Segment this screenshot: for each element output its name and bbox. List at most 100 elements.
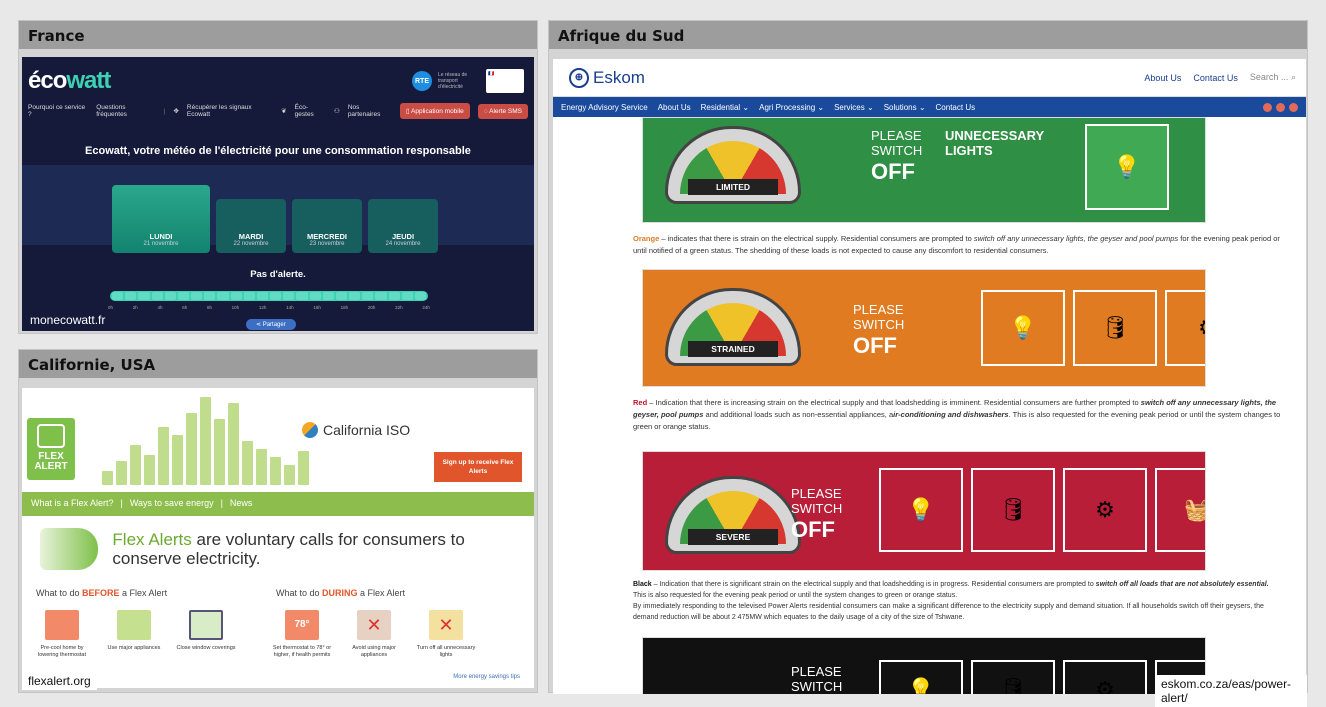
ecowatt-logo[interactable]: écowatt [28,67,111,95]
hour-segment[interactable] [191,292,203,300]
building-shape [256,449,267,485]
nav-signals[interactable]: Récupérer les signaux Ecowatt [187,104,273,118]
nav-agri[interactable]: Agri Processing ⌄ [759,103,824,112]
signup-button[interactable]: Sign up to receive Flex Alerts [434,452,522,482]
source-caption[interactable]: monecowatt.fr [24,311,111,329]
signal-icon: ✥ [173,108,179,115]
facebook-icon[interactable] [1263,102,1272,112]
gauge-label: STRAINED [688,341,778,357]
hour-segment[interactable] [335,292,348,300]
eskom-logo[interactable]: ⊕ Eskom [569,67,645,88]
hour-segment[interactable] [388,292,400,300]
hour-segment[interactable] [296,292,308,300]
top-link-contact[interactable]: Contact Us [1193,73,1238,83]
hourly-signal-bar [110,291,428,301]
source-caption[interactable]: eskom.co.za/eas/power-alert/ [1155,675,1307,707]
flexalert-screenshot: FLEX ALERT California ISO Sign up to rec… [22,388,534,688]
day-card-thursday[interactable]: JEUDI 24 novembre [368,199,438,253]
nav-news[interactable]: News [230,498,253,510]
hour-segment[interactable] [270,292,282,300]
hour-segment[interactable] [112,292,124,300]
alert-banner-green: LIMITED PLEASE SWITCH OFF UNNECESSARY LIGH… [642,117,1206,223]
nav-eas[interactable]: Energy Advisory Service [561,103,648,112]
top-link-about[interactable]: About Us [1144,73,1181,83]
building-shape [102,471,113,485]
twitter-icon[interactable] [1276,102,1285,112]
building-shape [298,451,309,485]
youtube-icon[interactable] [1289,102,1298,112]
hour-segment[interactable] [283,292,295,300]
hour-segment[interactable] [217,292,229,300]
hour-tick: 20h [367,305,376,310]
appliance-icon [117,610,151,640]
flex-alert-logo[interactable]: FLEX ALERT [27,418,75,480]
nav-contact[interactable]: Contact Us [936,103,976,112]
day-card-tuesday[interactable]: MARDI 22 novembre [216,199,286,253]
nav-services[interactable]: Services ⌄ [834,103,874,112]
hour-segment[interactable] [230,292,242,300]
during-heading: What to do DURING a Flex Alert [276,588,406,598]
light-bulb-icon: 💡 [981,290,1065,366]
please-switch-off-text: PLEASE SWITCH OFF [853,302,905,358]
alert-banner-red: SEVERE PLEASESWITCHOFF 💡 🛢 ⚙ 🧺 [642,451,1206,571]
hour-segment[interactable] [375,292,387,300]
hour-segment[interactable] [151,292,163,300]
share-button[interactable]: ⋖ Partager [246,319,296,330]
nav-ways-to-save[interactable]: Ways to save energy [130,498,214,510]
hour-segment[interactable] [401,292,413,300]
hour-tick: 18h [340,305,349,310]
search-input[interactable]: Search ... ⌕ [1250,72,1296,83]
hour-tick: 0h [108,305,114,310]
hour-segment[interactable] [414,292,427,300]
hour-segment[interactable] [349,292,361,300]
flexalert-nav: What is a Flex Alert? | Ways to save ene… [22,492,534,516]
tip-precool: Pre-cool home by lowering thermostat [32,610,92,659]
nav-faq[interactable]: Questions fréquentes [96,104,156,118]
hour-segment[interactable] [138,292,150,300]
building-shape [130,445,141,485]
nav-solutions[interactable]: Solutions ⌄ [884,103,926,112]
geyser-icon: 🛢 [1073,290,1157,366]
tip-thermostat-78: 78° Set thermostat to 78° or higher, if h… [272,610,332,659]
no-light-icon: ✕ [429,610,463,640]
nav-what-is[interactable]: What is a Flex Alert? [31,498,114,510]
nav-ecogestes[interactable]: Éco-gestes [295,104,326,118]
light-bulb-icon: 💡 [1085,124,1169,210]
hour-segment[interactable] [204,292,216,300]
nav-partners[interactable]: Nos partenaires [348,104,392,118]
orange-description: Orange – indicates that there is strain … [633,234,1280,255]
source-caption[interactable]: flexalert.org [22,672,97,690]
gauge-label: SEVERE [688,529,778,545]
hour-segment[interactable] [125,292,137,300]
day-card-monday[interactable]: LUNDI 21 novembre [112,185,210,253]
hour-segment[interactable] [243,292,255,300]
building-shape [116,461,127,485]
page-title: Ecowatt, votre météo de l'électricité po… [85,145,471,157]
nav-why[interactable]: Pourquoi ce service ? [28,104,88,118]
hour-tick: 12h [258,305,267,310]
building-shape [186,413,197,485]
hour-segment[interactable] [362,292,374,300]
government-logo: 🇫🇷 [486,69,524,93]
thermostat-icon [45,610,79,640]
geyser-icon: 🛢 [971,468,1055,552]
hour-segment[interactable] [322,292,334,300]
hero: Flex Alerts are voluntary calls for cons… [40,528,534,570]
hour-segment[interactable] [164,292,176,300]
sms-alert-button[interactable]: ◌ Alerte SMS [477,103,528,119]
caiso-logo[interactable]: California ISO [302,422,410,438]
eskom-nav: Energy Advisory Service About Us Residen… [553,97,1306,117]
france-panel: France écowatt RTE Le réseau de transpor… [18,20,538,334]
day-card-wednesday[interactable]: MERCREDI 23 novembre [292,199,362,253]
skyline-illustration [102,393,322,485]
building-shape [284,465,295,485]
south-africa-panel: Afrique du Sud ⊕ Eskom About Us Contact U… [548,20,1308,707]
more-tips-link[interactable]: More energy savings tips [453,674,520,680]
nav-about[interactable]: About Us [658,103,691,112]
hour-ticks: 0h 2h 4h 6h 8h 10h 12h 14h 16h 18h 20h 22h 24h [108,305,430,310]
nav-residential[interactable]: Residential ⌄ [701,103,750,112]
hour-segment[interactable] [177,292,190,300]
hour-segment[interactable] [256,292,269,300]
mobile-app-button[interactable]: ▯ Application mobile [400,103,470,119]
hour-segment[interactable] [309,292,321,300]
